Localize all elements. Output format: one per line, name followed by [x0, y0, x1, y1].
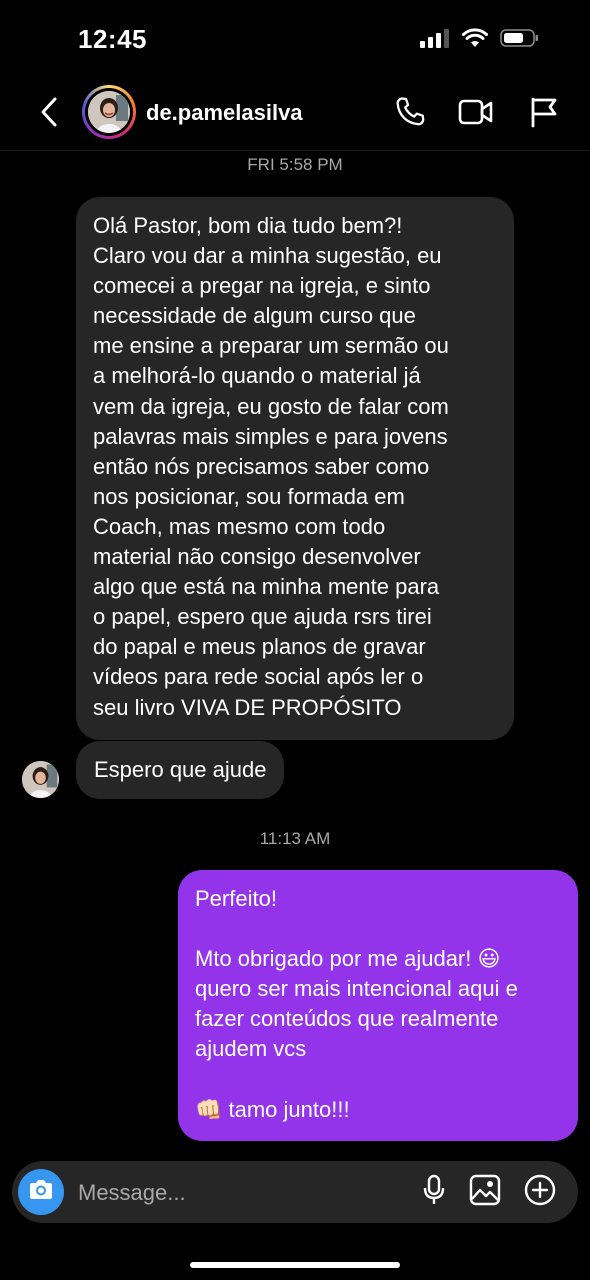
message-text: Perfeito! Mto obrigado por me ajudar! 😃 …: [195, 886, 518, 1122]
more-options-button[interactable]: [523, 1174, 557, 1211]
chat-username[interactable]: de.pamelasilva: [146, 100, 303, 126]
report-button[interactable]: [526, 96, 562, 132]
video-camera-icon: [458, 97, 494, 132]
audio-call-button[interactable]: [392, 96, 428, 132]
gallery-icon: [469, 1174, 501, 1211]
outgoing-message-bubble[interactable]: Perfeito! Mto obrigado por me ajudar! 😃 …: [178, 870, 578, 1141]
back-button[interactable]: [34, 94, 64, 134]
sender-avatar[interactable]: [22, 761, 59, 798]
incoming-message-bubble[interactable]: Espero que ajude: [76, 741, 285, 799]
message-text: Espero que ajude: [94, 756, 267, 782]
voice-message-button[interactable]: [417, 1174, 451, 1211]
flag-icon: [529, 96, 559, 133]
incoming-message-bubble[interactable]: Olá Pastor, bom dia tudo bem?! Claro vou…: [76, 197, 514, 740]
chat-header: de.pamelasilva: [0, 80, 590, 151]
wifi-icon: [462, 28, 488, 53]
timestamp-divider: FRI 5:58 PM: [247, 155, 343, 174]
status-bar: 12:45: [0, 0, 590, 80]
camera-button[interactable]: [18, 1169, 64, 1215]
message-composer: [12, 1161, 578, 1223]
profile-avatar[interactable]: [82, 85, 136, 139]
status-icons: [420, 28, 540, 53]
message-text: Olá Pastor, bom dia tudo bem?! Claro vou…: [93, 213, 449, 720]
plus-circle-icon: [524, 1174, 556, 1211]
cellular-signal-icon: [420, 28, 450, 53]
video-call-button[interactable]: [458, 96, 494, 132]
microphone-icon: [423, 1174, 445, 1211]
home-indicator[interactable]: [190, 1262, 400, 1268]
camera-icon: [28, 1179, 54, 1206]
status-time: 12:45: [78, 24, 147, 54]
timestamp-divider: 11:13 AM: [259, 829, 331, 848]
back-chevron-icon: [39, 96, 59, 133]
phone-icon: [393, 95, 427, 134]
avatar-photo: [88, 91, 130, 133]
gallery-button[interactable]: [468, 1174, 502, 1211]
message-input[interactable]: [76, 1173, 400, 1213]
battery-icon: [500, 28, 540, 53]
